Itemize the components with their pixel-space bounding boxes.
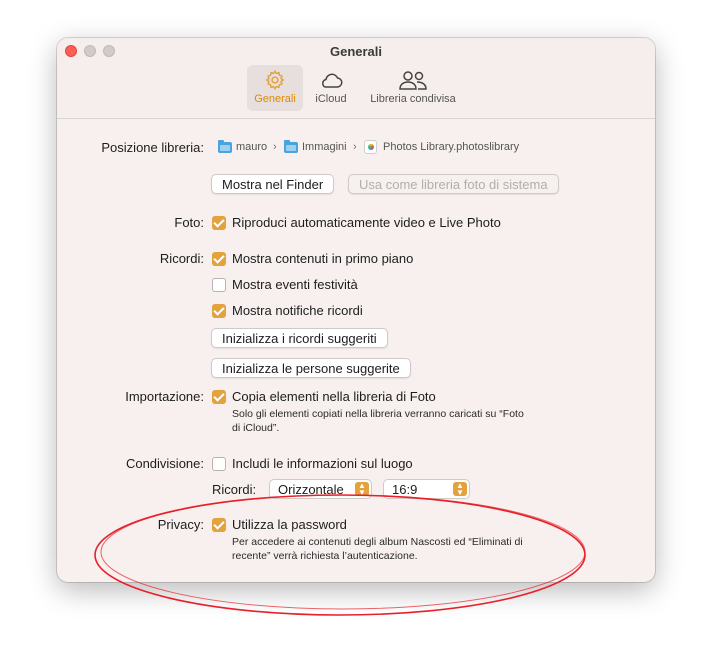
privacy-note-line1: Per accedere ai contenuti degli album Na… bbox=[232, 536, 523, 548]
use-password-label: Utilizza la password bbox=[232, 517, 347, 532]
photos-label: Foto: bbox=[174, 215, 204, 230]
path-segment[interactable]: Photos Library.photoslibrary bbox=[383, 141, 519, 153]
show-in-finder-button[interactable]: Mostra nel Finder bbox=[211, 174, 335, 194]
sharing-label: Condivisione: bbox=[125, 456, 204, 471]
copy-items-checkbox[interactable] bbox=[212, 390, 226, 404]
chevron-right-icon: › bbox=[353, 141, 357, 153]
tab-label: iCloud bbox=[315, 93, 347, 105]
memories-label: Ricordi: bbox=[159, 251, 204, 266]
folder-icon bbox=[284, 140, 298, 153]
use-password-checkbox[interactable] bbox=[212, 518, 226, 532]
reset-memories-button[interactable]: Inizializza i ricordi suggeriti bbox=[211, 328, 388, 348]
orientation-value: Orizzontale bbox=[278, 482, 344, 497]
autoplay-checkbox[interactable] bbox=[212, 216, 226, 230]
ratio-value: 16:9 bbox=[392, 482, 418, 497]
tab-label: Generali bbox=[254, 93, 296, 105]
orientation-select[interactable]: Orizzontale ▲ ▼ bbox=[269, 479, 372, 499]
reset-people-button[interactable]: Inizializza le persone suggerite bbox=[211, 358, 411, 378]
window-title: Generali bbox=[329, 44, 383, 59]
featured-content-label: Mostra contenuti in primo piano bbox=[232, 251, 414, 266]
autoplay-label: Riproduci automaticamente video e Live P… bbox=[232, 215, 501, 230]
importing-note-line2: di iCloud”. bbox=[232, 422, 280, 434]
tab-generali[interactable]: Generali bbox=[247, 65, 303, 111]
holiday-events-label: Mostra eventi festività bbox=[232, 277, 358, 292]
tab-libreria-condivisa[interactable]: Libreria condivisa bbox=[363, 65, 463, 111]
use-as-system-library-button[interactable]: Usa come libreria foto di sistema bbox=[348, 174, 559, 194]
select-arrows-icon: ▲ ▼ bbox=[355, 482, 369, 497]
featured-content-checkbox[interactable] bbox=[212, 252, 226, 266]
memory-notifications-label: Mostra notifiche ricordi bbox=[232, 303, 363, 318]
gear-icon bbox=[265, 70, 285, 90]
holiday-events-checkbox[interactable] bbox=[212, 278, 226, 292]
photos-library-icon bbox=[364, 140, 377, 154]
path-segment[interactable]: mauro bbox=[236, 141, 267, 153]
copy-items-label: Copia elementi nella libreria di Foto bbox=[232, 389, 436, 404]
tab-label: Libreria condivisa bbox=[370, 93, 456, 105]
toolbar: Generali Generali iCloud Libreria condiv… bbox=[57, 38, 655, 119]
select-arrows-icon: ▲ ▼ bbox=[453, 482, 467, 497]
home-folder-icon bbox=[218, 140, 232, 153]
tab-icloud[interactable]: iCloud bbox=[309, 65, 353, 111]
location-label: Includi le informazioni sul luogo bbox=[232, 456, 413, 471]
sharing-memories-label: Ricordi: bbox=[212, 482, 257, 497]
cloud-icon bbox=[322, 73, 343, 88]
privacy-label: Privacy: bbox=[157, 517, 204, 532]
people-icon bbox=[399, 71, 427, 90]
memory-notifications-checkbox[interactable] bbox=[212, 304, 226, 318]
path-segment[interactable]: Immagini bbox=[302, 141, 347, 153]
library-location-label: Posizione libreria: bbox=[101, 140, 204, 155]
importing-label: Importazione: bbox=[125, 389, 204, 404]
ratio-select[interactable]: 16:9 ▲ ▼ bbox=[383, 479, 470, 499]
privacy-note-line2: recente” verrà richiesta l’autenticazion… bbox=[232, 550, 418, 562]
importing-note-line1: Solo gli elementi copiati nella libreria… bbox=[232, 408, 524, 420]
chevron-right-icon: › bbox=[273, 141, 277, 153]
location-checkbox[interactable] bbox=[212, 457, 226, 471]
